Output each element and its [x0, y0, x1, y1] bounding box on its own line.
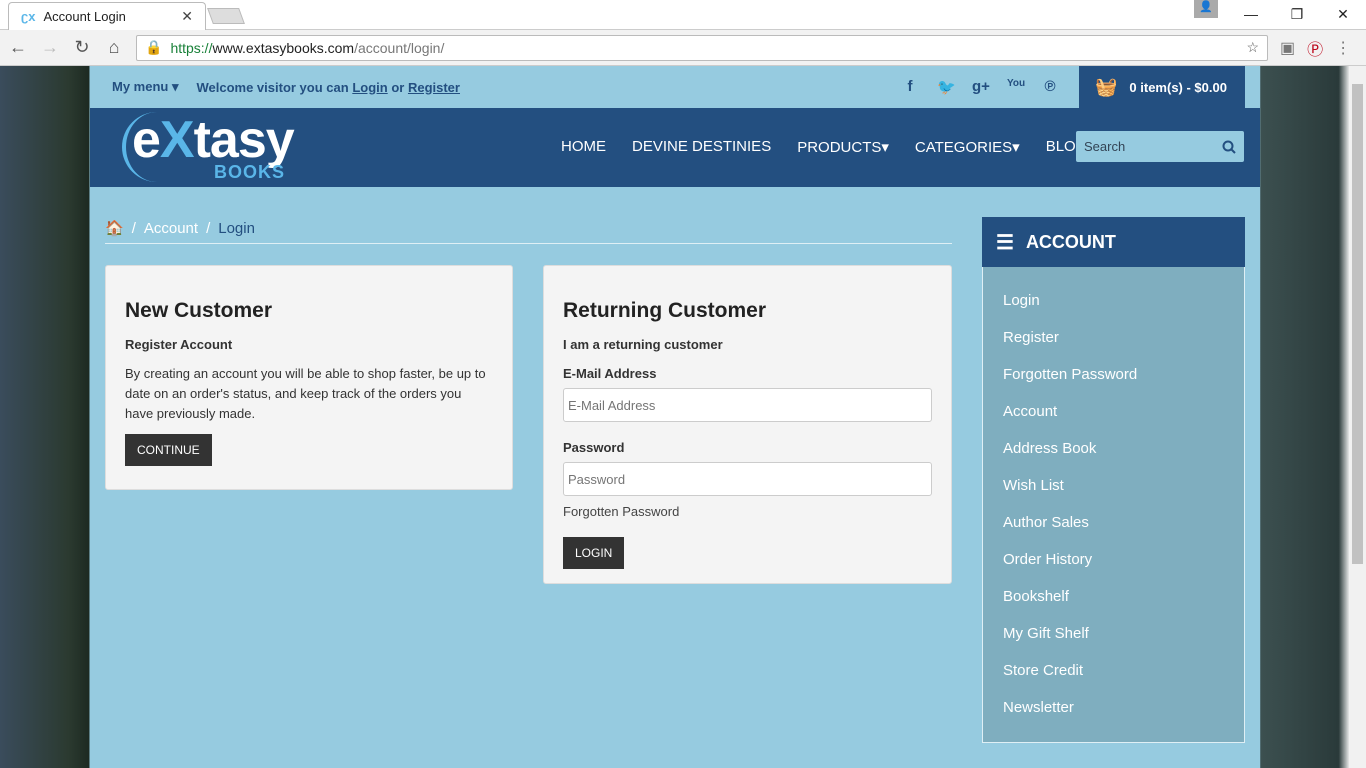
pinterest-icon[interactable]: ℗ — [1042, 78, 1058, 96]
my-menu-dropdown[interactable]: My menu ▾ — [112, 79, 178, 95]
new-customer-panel: New Customer Register Account By creatin… — [105, 265, 513, 490]
profile-icon[interactable]: 👤 — [1194, 0, 1218, 18]
sidebar-item-order-history[interactable]: Order History — [983, 541, 1244, 578]
welcome-text: Welcome visitor you can — [196, 79, 349, 95]
search-icon[interactable] — [1222, 140, 1236, 154]
sidebar-item-login[interactable]: Login — [983, 282, 1244, 319]
lock-icon: 🔒 — [145, 39, 163, 55]
favicon-icon: ʗx — [21, 9, 36, 24]
email-field[interactable] — [563, 388, 932, 422]
account-sidebar: ☰ ACCOUNT Login Register Forgotten Passwo… — [982, 217, 1245, 743]
sidebar-item-address-book[interactable]: Address Book — [983, 430, 1244, 467]
sidebar-title: ACCOUNT — [1025, 231, 1116, 252]
url-domain: www.extasybooks.com — [212, 39, 355, 56]
sidebar-item-newsletter[interactable]: Newsletter — [983, 689, 1244, 726]
google-plus-icon[interactable]: g+ — [972, 78, 990, 96]
menu-icon[interactable]: ⋮ — [1335, 38, 1351, 58]
menu-bars-icon: ☰ — [996, 231, 1014, 254]
page-background: My menu ▾ Welcome visitor you can Login … — [0, 66, 1366, 768]
nav-categories[interactable]: CATEGORIES▾ — [915, 138, 1020, 156]
forward-icon[interactable]: → — [36, 37, 64, 58]
social-links: f 🐦 g+ You ℗ — [902, 78, 1058, 96]
my-menu-label: My menu — [112, 79, 169, 94]
search-placeholder: Search — [1084, 139, 1126, 154]
sidebar-item-forgotten-password[interactable]: Forgotten Password — [983, 356, 1244, 393]
pinterest-extension-icon[interactable]: Ⓟ — [1307, 36, 1323, 60]
extension-icon[interactable]: ▣ — [1280, 38, 1295, 58]
cart-summary: 0 item(s) - $0.00 — [1129, 79, 1227, 95]
home-icon[interactable]: ⌂ — [100, 37, 128, 58]
sidebar-item-bookshelf[interactable]: Bookshelf — [983, 578, 1244, 615]
sidebar-item-account[interactable]: Account — [983, 393, 1244, 430]
main-nav: HOME DEVINE DESTINIES PRODUCTS▾ CATEGORI… — [561, 138, 1087, 156]
site: My menu ▾ Welcome visitor you can Login … — [90, 66, 1260, 768]
nav-home[interactable]: HOME — [561, 138, 606, 156]
sidebar-item-wish-list[interactable]: Wish List — [983, 467, 1244, 504]
tab-title: Account Login — [43, 9, 126, 24]
password-field[interactable] — [563, 462, 932, 496]
register-link[interactable]: Register — [408, 80, 460, 95]
login-button[interactable]: LOGIN — [563, 537, 625, 569]
breadcrumb: 🏠 / Account / Login — [105, 219, 952, 244]
url-scheme: https:// — [170, 39, 213, 56]
facebook-icon[interactable]: f — [902, 78, 918, 96]
or-text: or — [391, 79, 405, 95]
header: eXtasy BOOKS HOME DEVINE DESTINIES PRODUC… — [90, 108, 1260, 187]
sidebar-header: ☰ ACCOUNT — [982, 217, 1245, 267]
browser-toolbar: ← → ↻ ⌂ 🔒 https://www.extasybooks.com/ac… — [0, 30, 1366, 66]
reload-icon[interactable]: ↻ — [68, 37, 96, 58]
new-customer-title: New Customer — [125, 299, 273, 322]
breadcrumb-login[interactable]: Login — [218, 220, 255, 237]
sidebar-item-register[interactable]: Register — [983, 319, 1244, 356]
scrollbar[interactable] — [1349, 66, 1366, 768]
home-icon[interactable]: 🏠 — [105, 220, 124, 237]
register-account-heading: Register Account — [125, 337, 233, 352]
bookmark-star-icon[interactable]: ☆ — [1246, 39, 1259, 56]
new-customer-text: By creating an account you will be able … — [125, 366, 486, 421]
search-input[interactable]: Search — [1076, 131, 1244, 162]
close-window-icon[interactable]: ✕ — [1320, 0, 1366, 28]
logo[interactable]: eXtasy BOOKS — [122, 112, 295, 182]
nav-devine-destinities[interactable]: DEVINE DESTINIES — [632, 138, 771, 156]
url-path: /account/login/ — [354, 39, 445, 56]
tab-bar: ʗx Account Login ✕ 👤 — ❐ ✕ — [0, 0, 1366, 30]
twitter-icon[interactable]: 🐦 — [937, 78, 956, 96]
returning-subtitle: I am a returning customer — [563, 337, 723, 352]
password-label: Password — [563, 440, 625, 455]
maximize-icon[interactable]: ❐ — [1274, 0, 1320, 28]
back-icon[interactable]: ← — [4, 37, 32, 58]
breadcrumb-account[interactable]: Account — [144, 220, 198, 237]
minimize-icon[interactable]: — — [1228, 0, 1274, 28]
sidebar-item-gift-shelf[interactable]: My Gift Shelf — [983, 615, 1244, 652]
sidebar-item-author-sales[interactable]: Author Sales — [983, 504, 1244, 541]
close-tab-icon[interactable]: ✕ — [181, 8, 193, 25]
sidebar-item-store-credit[interactable]: Store Credit — [983, 652, 1244, 689]
basket-icon: 🧺 — [1095, 76, 1118, 97]
returning-customer-panel: Returning Customer I am a returning cust… — [543, 265, 952, 584]
continue-button[interactable]: CONTINUE — [125, 434, 212, 466]
login-link[interactable]: Login — [352, 80, 387, 95]
email-label: E-Mail Address — [563, 366, 657, 381]
youtube-icon[interactable]: You — [1007, 78, 1025, 96]
returning-customer-title: Returning Customer — [563, 299, 767, 322]
forgotten-password-link[interactable]: Forgotten Password — [563, 504, 932, 519]
nav-products[interactable]: PRODUCTS▾ — [797, 138, 889, 156]
address-bar[interactable]: 🔒 https://www.extasybooks.com/account/lo… — [136, 34, 1268, 61]
cart-button[interactable]: 🧺 0 item(s) - $0.00 — [1079, 66, 1245, 108]
new-tab-button[interactable] — [207, 8, 245, 24]
browser-tab[interactable]: ʗx Account Login ✕ — [8, 2, 206, 30]
